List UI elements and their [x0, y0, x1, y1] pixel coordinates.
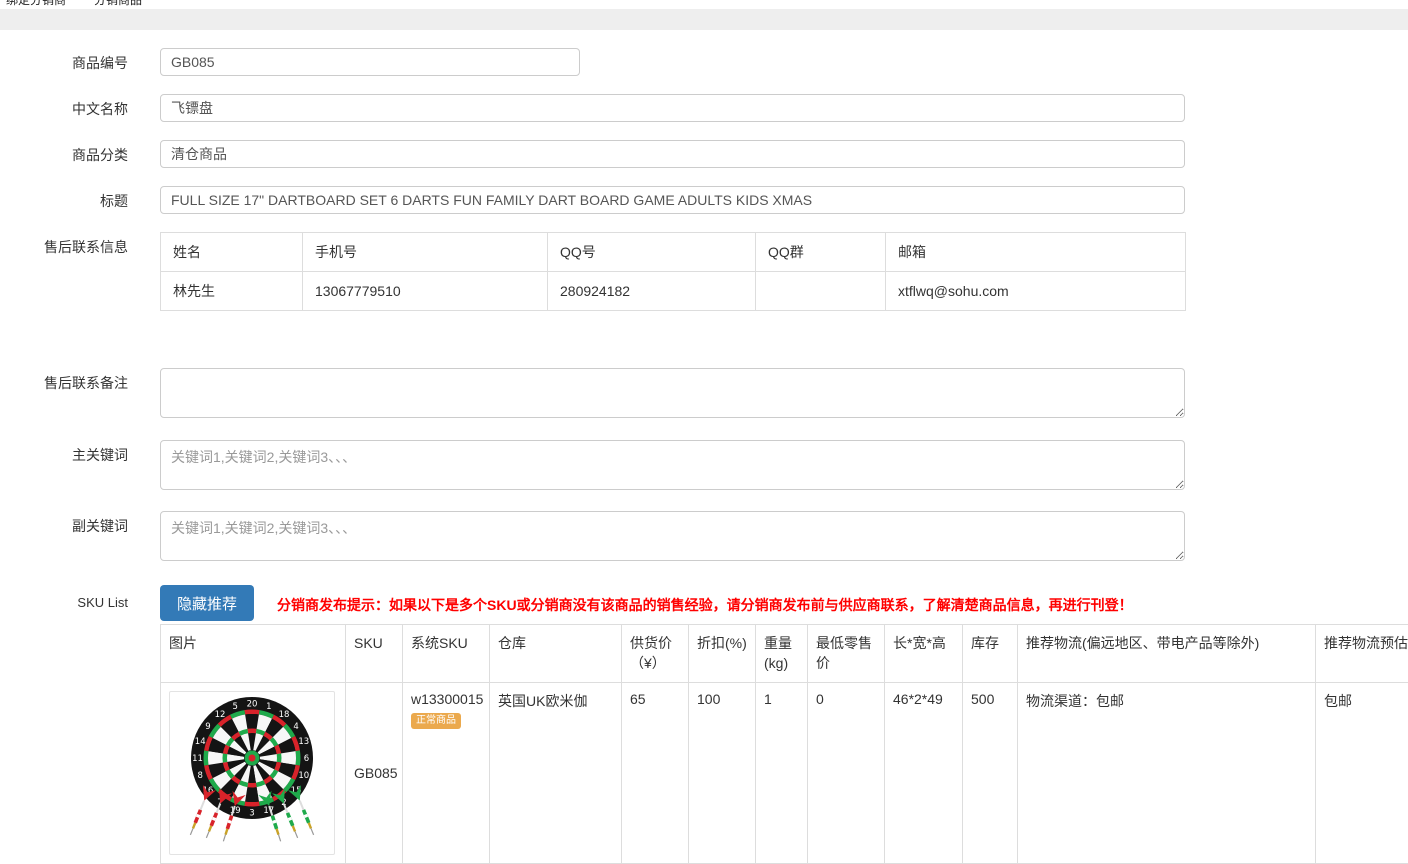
- title-label: 标题: [0, 186, 128, 211]
- contact-col-phone: 手机号: [303, 233, 548, 272]
- sku-col-logistics: 推荐物流(偏远地区、带电产品等除外): [1018, 625, 1316, 683]
- topnav-item-distributor[interactable]: 绑定分销商: [6, 0, 66, 8]
- product-image: 2011841361015217319716811149125: [169, 691, 335, 855]
- topnav-item-products[interactable]: 分销商品: [94, 0, 142, 8]
- product-edit-form: 商品编号 中文名称 商品分类 标题 售后联系信息 姓名 手机号: [0, 30, 1408, 864]
- sku-col-dimensions: 长*宽*高: [885, 625, 963, 683]
- svg-text:12: 12: [215, 710, 226, 720]
- sku-table-wrap: 图片 SKU 系统SKU 仓库 供货价（¥） 折扣(%) 重量(kg) 最低零售…: [160, 624, 1408, 864]
- title-input[interactable]: [160, 186, 1185, 214]
- sub-keywords-label: 副关键词: [0, 511, 128, 536]
- main-keywords-label: 主关键词: [0, 440, 128, 465]
- contact-col-qq: QQ号: [548, 233, 756, 272]
- top-nav: 绑定分销商 分销商品: [0, 0, 1408, 9]
- supply-price-value: 65: [622, 682, 689, 863]
- weight-value: 1: [756, 682, 808, 863]
- contact-col-email: 邮箱: [886, 233, 1186, 272]
- svg-text:9: 9: [205, 722, 210, 732]
- aftersales-contact-table: 姓名 手机号 QQ号 QQ群 邮箱 林先生 13067779510 280924…: [160, 232, 1186, 311]
- system-sku-value: w13300015: [411, 691, 481, 707]
- svg-text:8: 8: [197, 771, 202, 781]
- svg-text:13: 13: [298, 737, 309, 747]
- logistics-value: 物流渠道：包邮: [1018, 682, 1316, 863]
- sku-col-supply-price: 供货价（¥）: [622, 625, 689, 683]
- contact-qqgroup-value: [756, 272, 886, 311]
- sku-value: GB085: [346, 682, 403, 863]
- svg-text:10: 10: [298, 771, 309, 781]
- sku-col-stock: 库存: [963, 625, 1018, 683]
- distributor-publish-notice: 分销商发布提示：如果以下是多个SKU或分销商没有该商品的销售经验，请分销商发布前…: [277, 591, 1133, 615]
- sub-keywords-textarea[interactable]: [160, 511, 1185, 561]
- min-retail-value: 0: [808, 682, 885, 863]
- contact-col-qqgroup: QQ群: [756, 233, 886, 272]
- sku-col-weight: 重量(kg): [756, 625, 808, 683]
- discount-value: 100: [689, 682, 756, 863]
- sku-table: 图片 SKU 系统SKU 仓库 供货价（¥） 折扣(%) 重量(kg) 最低零售…: [160, 624, 1408, 864]
- sku-col-image: 图片: [161, 625, 346, 683]
- aftersales-remark-textarea[interactable]: [160, 368, 1185, 418]
- chinese-name-label: 中文名称: [0, 94, 128, 119]
- aftersales-contact-label: 售后联系信息: [0, 232, 128, 257]
- product-status-badge: 正常商品: [411, 713, 461, 729]
- svg-text:4: 4: [293, 722, 298, 732]
- svg-text:20: 20: [247, 700, 258, 710]
- sku-col-min-retail: 最低零售价: [808, 625, 885, 683]
- top-gray-bar: [0, 9, 1408, 30]
- contact-email-value: xtflwq@sohu.com: [886, 272, 1186, 311]
- svg-text:1: 1: [266, 702, 271, 712]
- contact-row: 林先生 13067779510 280924182 xtflwq@sohu.co…: [161, 272, 1186, 311]
- dimensions-value: 46*2*49: [885, 682, 963, 863]
- svg-text:18: 18: [279, 710, 290, 720]
- svg-text:3: 3: [249, 809, 254, 819]
- sku-col-sku: SKU: [346, 625, 403, 683]
- sku-col-warehouse: 仓库: [490, 625, 622, 683]
- svg-text:11: 11: [192, 754, 203, 764]
- aftersales-remark-label: 售后联系备注: [0, 368, 128, 393]
- sku-table-row: 2011841361015217319716811149125 GB085 w1…: [161, 682, 1408, 863]
- hide-recommend-button[interactable]: 隐藏推荐: [160, 585, 254, 621]
- contact-col-name: 姓名: [161, 233, 303, 272]
- category-input[interactable]: [160, 140, 1185, 168]
- warehouse-value: 英国UK欧米伽: [490, 682, 622, 863]
- product-code-input[interactable]: [160, 48, 580, 76]
- contact-name-value: 林先生: [161, 272, 303, 311]
- contact-qq-value: 280924182: [548, 272, 756, 311]
- sku-list-label: SKU List: [0, 585, 128, 610]
- contact-phone-value: 13067779510: [303, 272, 548, 311]
- svg-text:14: 14: [195, 737, 206, 747]
- sku-col-discount: 折扣(%): [689, 625, 756, 683]
- chinese-name-input[interactable]: [160, 94, 1185, 122]
- category-label: 商品分类: [0, 140, 128, 165]
- stock-value: 500: [963, 682, 1018, 863]
- estimated-fee-value: 包邮: [1316, 682, 1408, 863]
- main-keywords-textarea[interactable]: [160, 440, 1185, 490]
- svg-text:5: 5: [232, 702, 237, 712]
- svg-text:6: 6: [304, 754, 309, 764]
- dartboard-image: 2011841361015217319716811149125: [172, 691, 332, 854]
- product-code-label: 商品编号: [0, 48, 128, 73]
- sku-col-system-sku: 系统SKU: [403, 625, 490, 683]
- sku-col-estimated-fee: 推荐物流预估尾: [1316, 625, 1408, 683]
